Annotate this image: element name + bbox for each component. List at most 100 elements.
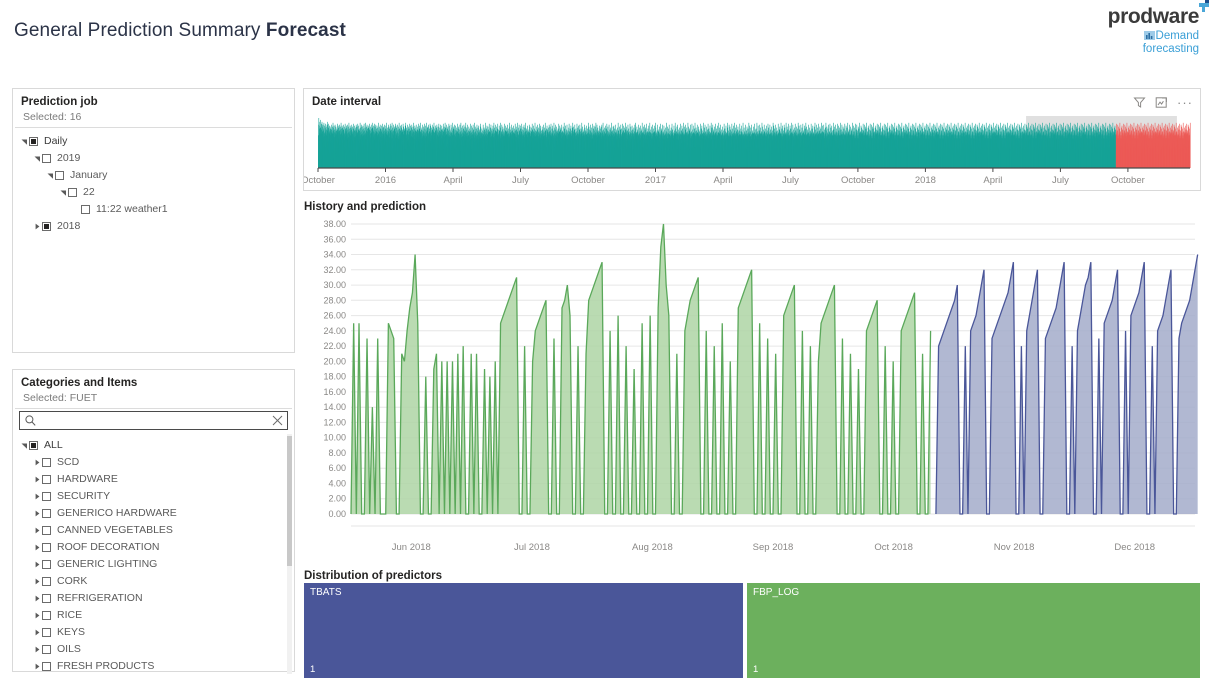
history-prediction-chart[interactable]: 0.002.004.006.008.0010.0012.0014.0016.00… <box>303 212 1201 557</box>
checkbox[interactable] <box>42 628 51 637</box>
tree-item-label: RICE <box>57 609 83 621</box>
chevron-right-icon[interactable] <box>32 527 42 534</box>
tree-item-keys[interactable]: KEYS <box>13 624 294 641</box>
tree-item-refrigeration[interactable]: REFRIGERATION <box>13 590 294 607</box>
tree-item-22[interactable]: 22 <box>13 184 294 201</box>
checkbox[interactable] <box>42 560 51 569</box>
prediction-job-panel: Prediction job Selected: 16 Daily 2019 Jan… <box>12 88 295 353</box>
treemap-cell-value: 1 <box>753 664 759 675</box>
tree-item-daily[interactable]: Daily <box>13 133 294 150</box>
focus-mode-icon[interactable] <box>1155 96 1168 109</box>
categories-selected-value: Selected: FUET <box>15 392 292 409</box>
filter-icon[interactable] <box>1133 96 1146 109</box>
chevron-right-icon[interactable] <box>32 646 42 653</box>
treemap-cell-value: 1 <box>310 664 316 675</box>
checkbox[interactable] <box>42 509 51 518</box>
chevron-down-icon[interactable] <box>58 189 68 196</box>
checkbox[interactable] <box>42 594 51 603</box>
tree-item-scd[interactable]: SCD <box>13 454 294 471</box>
checkbox[interactable] <box>29 441 38 450</box>
tree-item-oils[interactable]: OILS <box>13 641 294 658</box>
tree-item-fresh-products[interactable]: FRESH PRODUCTS <box>13 658 294 674</box>
date-interval-panel: Date interval ··· October 2016 April July Oc… <box>303 88 1201 191</box>
chevron-down-icon[interactable] <box>19 138 29 145</box>
tree-item-canned-vegetables[interactable]: CANNED VEGETABLES <box>13 522 294 539</box>
tree-item-all[interactable]: ALL <box>13 437 294 454</box>
prediction-job-tree[interactable]: Daily 2019 January 22 11:22 weather1 2018 <box>13 128 294 235</box>
chevron-right-icon[interactable] <box>32 476 42 483</box>
categories-tree[interactable]: ALL SCD HARDWARE SECURITY GENERICO HARDWARE C… <box>13 434 294 674</box>
search-input[interactable] <box>40 413 267 428</box>
checkbox[interactable] <box>81 205 90 214</box>
checkbox[interactable] <box>29 137 38 146</box>
tree-item-security[interactable]: SECURITY <box>13 488 294 505</box>
checkbox[interactable] <box>42 458 51 467</box>
checkbox[interactable] <box>68 188 77 197</box>
chevron-right-icon[interactable] <box>32 510 42 517</box>
checkbox[interactable] <box>42 577 51 586</box>
distribution-of-predictors-panel: Distribution of predictors TBATS 1 FBP_LOG… <box>303 563 1201 680</box>
checkbox[interactable] <box>42 492 51 501</box>
tree-item-cork[interactable]: CORK <box>13 573 294 590</box>
treemap-cell[interactable]: TBATS 1 <box>304 583 743 678</box>
more-options-icon[interactable]: ··· <box>1177 96 1193 109</box>
page-title-normal: General Prediction Summary <box>14 20 266 41</box>
tree-item-2018[interactable]: 2018 <box>13 218 294 235</box>
chevron-right-icon[interactable] <box>32 544 42 551</box>
tree-item-label: ALL <box>44 439 63 451</box>
brand-name-text: prodware <box>1108 0 1209 27</box>
search-box[interactable] <box>19 411 288 430</box>
checkbox[interactable] <box>42 645 51 654</box>
prodware-plus-icon <box>1199 0 1209 12</box>
chevron-right-icon[interactable] <box>32 459 42 466</box>
chevron-right-icon[interactable] <box>32 223 42 230</box>
checkbox[interactable] <box>42 543 51 552</box>
tree-item-label: January <box>70 169 108 181</box>
tree-item-2019[interactable]: 2019 <box>13 150 294 167</box>
checkbox[interactable] <box>42 611 51 620</box>
close-icon[interactable] <box>267 415 287 426</box>
tree-item-label: GENERIC LIGHTING <box>57 558 158 570</box>
tree-item-hardware[interactable]: HARDWARE <box>13 471 294 488</box>
categories-list-scroll[interactable]: ALL SCD HARDWARE SECURITY GENERICO HARDWARE C… <box>13 434 294 674</box>
checkbox[interactable] <box>42 475 51 484</box>
chevron-right-icon[interactable] <box>32 612 42 619</box>
chevron-down-icon[interactable] <box>32 155 42 162</box>
brand-logo: prodware Demand forecasting <box>1108 0 1209 56</box>
tree-item-generic-lighting[interactable]: GENERIC LIGHTING <box>13 556 294 573</box>
chevron-right-icon[interactable] <box>32 663 42 670</box>
tree-item-label: GENERICO HARDWARE <box>57 507 177 519</box>
scrollbar-thumb[interactable] <box>287 436 292 566</box>
checkbox[interactable] <box>42 154 51 163</box>
date-interval-toolbar: ··· <box>1133 96 1193 109</box>
tree-item-january[interactable]: January <box>13 167 294 184</box>
tree-item-11-22-weather1[interactable]: 11:22 weather1 <box>13 201 294 218</box>
tree-item-label: KEYS <box>57 626 86 638</box>
chevron-right-icon[interactable] <box>32 629 42 636</box>
chevron-down-icon[interactable] <box>45 172 55 179</box>
chevron-right-icon[interactable] <box>32 493 42 500</box>
chevron-right-icon[interactable] <box>32 578 42 585</box>
page-title: General Prediction Summary Forecast <box>14 20 346 42</box>
tree-item-rice[interactable]: RICE <box>13 607 294 624</box>
date-interval-chart[interactable]: October 2016 April July October 2017 April July… <box>304 110 1200 190</box>
tree-item-generico-hardware[interactable]: GENERICO HARDWARE <box>13 505 294 522</box>
treemap-cell[interactable]: FBP_LOG 1 <box>747 583 1200 678</box>
tree-item-label: ROOF DECORATION <box>57 541 160 553</box>
treemap[interactable]: TBATS 1 FBP_LOG 1 <box>304 583 1200 678</box>
checkbox[interactable] <box>42 662 51 671</box>
checkbox[interactable] <box>55 171 64 180</box>
tree-item-label: 2018 <box>57 220 81 232</box>
checkbox[interactable] <box>42 526 51 535</box>
prediction-job-title: Prediction job <box>21 96 98 108</box>
bar-chart-icon <box>1143 31 1155 40</box>
history-and-prediction-panel: History and prediction 0.00 2.00 4.00 6.00 8… <box>303 194 1201 560</box>
chevron-right-icon[interactable] <box>32 561 42 568</box>
tree-item-label: SECURITY <box>57 490 111 502</box>
treemap-cell-label: TBATS <box>310 587 342 598</box>
checkbox[interactable] <box>42 222 51 231</box>
chevron-down-icon[interactable] <box>19 442 29 449</box>
tree-item-roof-decoration[interactable]: ROOF DECORATION <box>13 539 294 556</box>
chevron-right-icon[interactable] <box>32 595 42 602</box>
tree-item-label: OILS <box>57 643 81 655</box>
